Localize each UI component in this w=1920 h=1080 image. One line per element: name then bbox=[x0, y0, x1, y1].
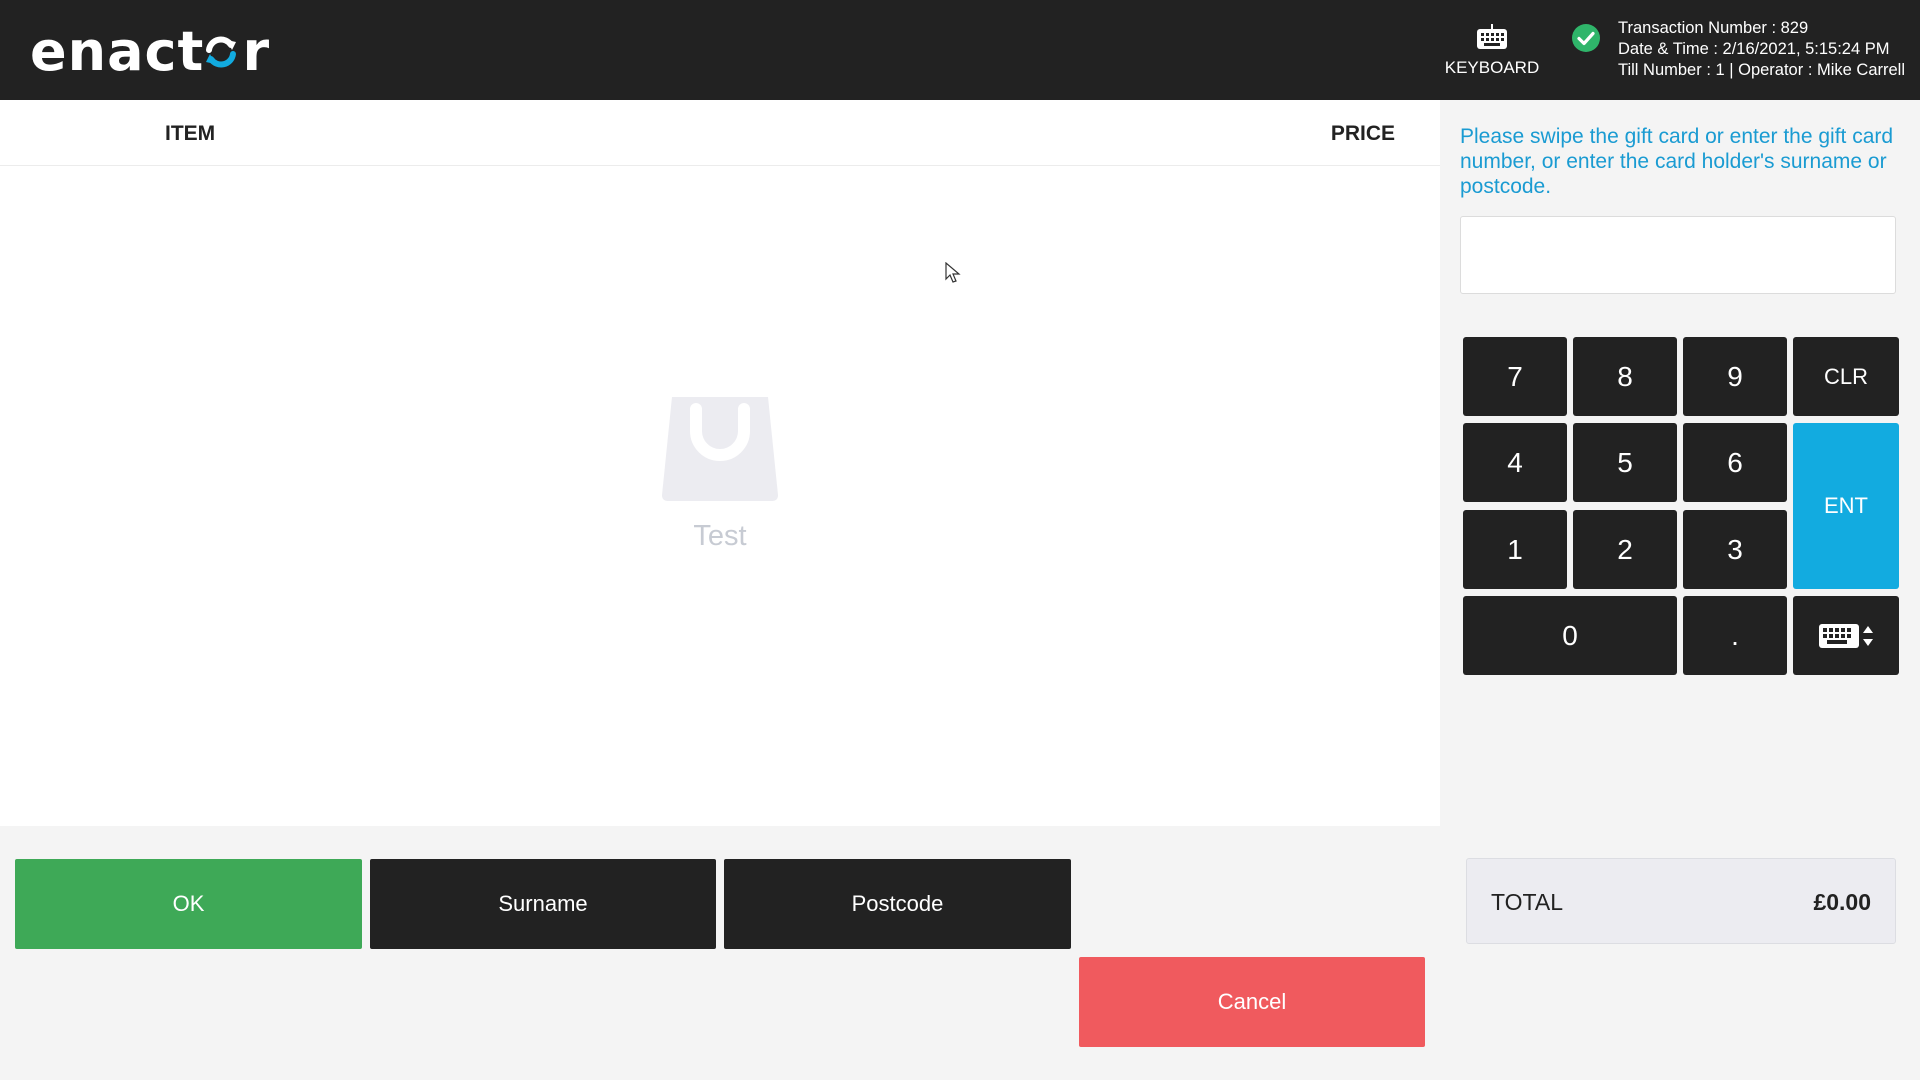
keypad-clear[interactable]: CLR bbox=[1793, 337, 1899, 416]
cancel-button[interactable]: Cancel bbox=[1079, 957, 1425, 1047]
till-operator: Till Number : 1 | Operator : Mike Carrel… bbox=[1618, 61, 1905, 79]
keypad-5[interactable]: 5 bbox=[1573, 423, 1677, 502]
logo-refresh-icon: o bbox=[204, 20, 242, 83]
keypad-1[interactable]: 1 bbox=[1463, 510, 1567, 589]
keypad-toggle-button[interactable] bbox=[1793, 596, 1899, 675]
keypad-enter[interactable]: ENT bbox=[1793, 423, 1899, 589]
keypad-8[interactable]: 8 bbox=[1573, 337, 1677, 416]
keypad-0[interactable]: 0 bbox=[1463, 596, 1677, 675]
logo-text-end: r bbox=[242, 20, 271, 83]
keypad-decimal[interactable]: . bbox=[1683, 596, 1787, 675]
ok-button[interactable]: OK bbox=[15, 859, 362, 949]
keypad-9[interactable]: 9 bbox=[1683, 337, 1787, 416]
keypad-7[interactable]: 7 bbox=[1463, 337, 1567, 416]
check-circle-icon bbox=[1572, 24, 1600, 52]
keyboard-toggle-icon bbox=[1819, 623, 1873, 648]
card-number-input[interactable] bbox=[1460, 216, 1896, 294]
enactor-logo: enactor bbox=[30, 20, 270, 83]
keyboard-label: KEYBOARD bbox=[1444, 58, 1540, 77]
transaction-number: Transaction Number : 829 bbox=[1618, 19, 1809, 37]
logo-text-start: enact bbox=[30, 20, 205, 83]
keypad-3[interactable]: 3 bbox=[1683, 510, 1787, 589]
transaction-datetime: Date & Time : 2/16/2021, 5:15:24 PM bbox=[1618, 40, 1890, 58]
keyboard-icon bbox=[1477, 24, 1507, 49]
transaction-info: Transaction Number : 829 Date & Time : 2… bbox=[1618, 18, 1905, 81]
keypad-6[interactable]: 6 bbox=[1683, 423, 1787, 502]
total-label: TOTAL bbox=[1491, 889, 1563, 915]
mouse-cursor-icon bbox=[945, 262, 961, 283]
price-column-header: PRICE bbox=[1330, 122, 1395, 145]
total-box: TOTAL £0.00 bbox=[1466, 858, 1896, 944]
item-column-header: ITEM bbox=[165, 122, 216, 145]
keypad-4[interactable]: 4 bbox=[1463, 423, 1567, 502]
surname-button[interactable]: Surname bbox=[370, 859, 716, 949]
keyboard-button[interactable]: KEYBOARD bbox=[1440, 22, 1544, 84]
keypad-2[interactable]: 2 bbox=[1573, 510, 1677, 589]
basket-panel: ITEM PRICE Test bbox=[0, 100, 1440, 826]
postcode-button[interactable]: Postcode bbox=[724, 859, 1071, 949]
total-value: £0.00 bbox=[1813, 889, 1871, 915]
entry-prompt: Please swipe the gift card or enter the … bbox=[1460, 125, 1894, 198]
header-bar: enactor KEYBOARD Transaction Number : 82… bbox=[0, 0, 1920, 100]
shopping-bag-icon bbox=[662, 397, 778, 501]
empty-basket-label: Test bbox=[693, 520, 747, 552]
basket-header: ITEM PRICE bbox=[0, 100, 1440, 166]
